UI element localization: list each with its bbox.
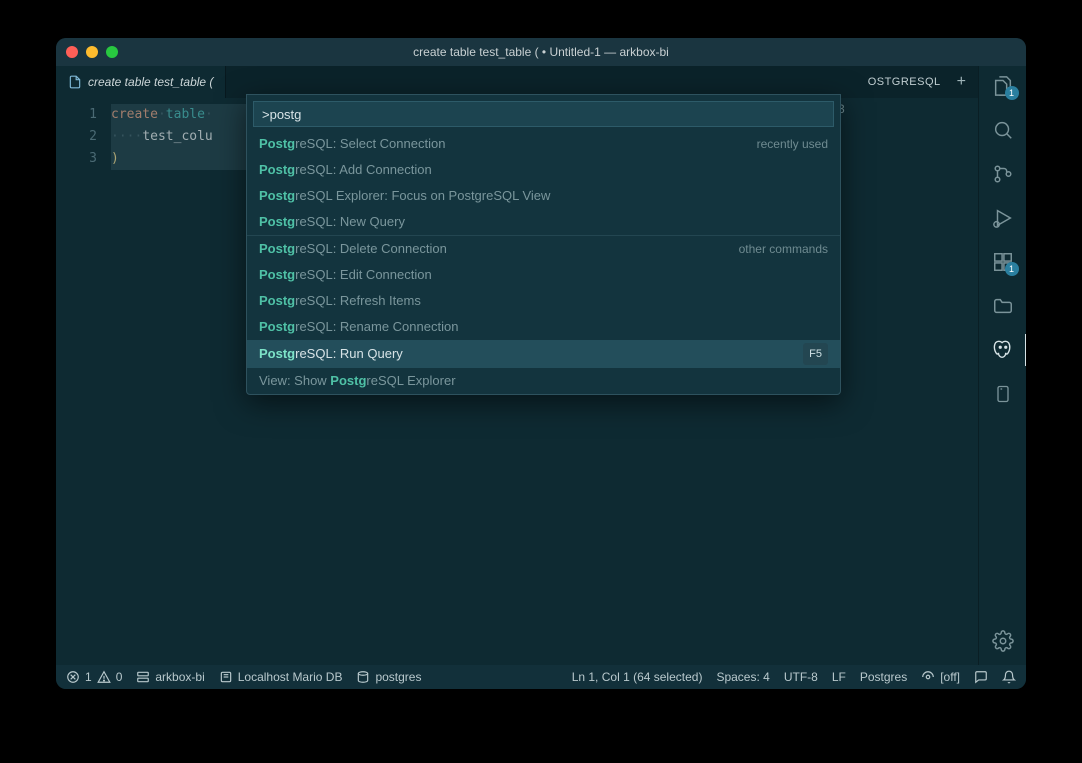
- titlebar: create table test_table ( • Untitled-1 —…: [56, 38, 1026, 66]
- status-connection[interactable]: Localhost Mario DB: [219, 670, 343, 684]
- warning-icon: [97, 670, 111, 684]
- bell-icon: [1002, 670, 1016, 684]
- feedback-icon: [974, 670, 988, 684]
- folder-icon[interactable]: [991, 294, 1015, 318]
- maximize-window-button[interactable]: [106, 46, 118, 58]
- line-number: 1: [56, 104, 97, 126]
- new-tab-button[interactable]: +: [957, 73, 966, 91]
- command-palette-item[interactable]: PostgreSQL: Run QueryF5: [247, 340, 840, 368]
- search-icon[interactable]: [991, 118, 1015, 142]
- code-content: create·table·····test_colu): [111, 98, 213, 665]
- app-window: create table test_table ( • Untitled-1 —…: [56, 38, 1026, 689]
- postgresql-icon[interactable]: [991, 338, 1015, 362]
- status-problems[interactable]: 1 0: [66, 670, 122, 684]
- explorer-icon[interactable]: 1: [991, 74, 1015, 98]
- status-encoding[interactable]: UTF-8: [784, 670, 818, 684]
- command-palette-item[interactable]: PostgreSQL: New Query: [247, 209, 840, 235]
- status-spaces[interactable]: Spaces: 4: [716, 670, 769, 684]
- error-icon: [66, 670, 80, 684]
- line-number: 3: [56, 148, 97, 170]
- tab-label: create table test_table (: [88, 75, 213, 89]
- status-cursor[interactable]: Ln 1, Col 1 (64 selected): [572, 670, 703, 684]
- status-bar: 1 0 arkbox-bi Localhost Mario DB postgre…: [56, 665, 1026, 689]
- command-palette-item[interactable]: PostgreSQL: Rename Connection: [247, 314, 840, 340]
- broadcast-icon: [921, 670, 935, 684]
- extensions-icon[interactable]: 1: [991, 250, 1015, 274]
- explorer-badge: 1: [1005, 86, 1019, 100]
- server-icon: [136, 670, 150, 684]
- status-database[interactable]: postgres: [356, 670, 421, 684]
- window-title: create table test_table ( • Untitled-1 —…: [413, 45, 669, 59]
- main-area: create table test_table ( OSTGRESQL + 1 …: [56, 66, 1026, 665]
- editor-tab-active[interactable]: create table test_table (: [56, 66, 226, 98]
- command-palette-input[interactable]: [253, 101, 834, 127]
- status-eol[interactable]: LF: [832, 670, 846, 684]
- file-icon: [68, 75, 82, 89]
- breadcrumb-lang: OSTGRESQL: [868, 76, 941, 88]
- status-feedback[interactable]: [974, 670, 988, 684]
- command-palette: PostgreSQL: Select Connectionrecently us…: [246, 94, 841, 395]
- command-palette-item[interactable]: PostgreSQL: Select Connectionrecently us…: [247, 131, 840, 157]
- command-palette-item[interactable]: View: Show PostgreSQL Explorer: [247, 368, 840, 394]
- device-icon[interactable]: [991, 382, 1015, 406]
- command-palette-item[interactable]: PostgreSQL Explorer: Focus on PostgreSQL…: [247, 183, 840, 209]
- close-window-button[interactable]: [66, 46, 78, 58]
- settings-gear-icon[interactable]: [991, 629, 1015, 653]
- status-bell[interactable]: [1002, 670, 1016, 684]
- window-controls: [66, 46, 118, 58]
- command-palette-item[interactable]: PostgreSQL: Delete Connectionother comma…: [247, 235, 840, 262]
- plug-icon: [219, 670, 233, 684]
- activity-bar: 1 1: [978, 66, 1026, 665]
- line-gutter: 1 2 3: [56, 98, 111, 665]
- command-palette-item[interactable]: PostgreSQL: Add Connection: [247, 157, 840, 183]
- database-icon: [356, 670, 370, 684]
- command-palette-list: PostgreSQL: Select Connectionrecently us…: [247, 131, 840, 394]
- status-language[interactable]: Postgres: [860, 670, 907, 684]
- line-number: 2: [56, 126, 97, 148]
- command-palette-item[interactable]: PostgreSQL: Refresh Items: [247, 288, 840, 314]
- minimize-window-button[interactable]: [86, 46, 98, 58]
- command-palette-item[interactable]: PostgreSQL: Edit Connection: [247, 262, 840, 288]
- status-server[interactable]: arkbox-bi: [136, 670, 204, 684]
- run-debug-icon[interactable]: [991, 206, 1015, 230]
- source-control-icon[interactable]: [991, 162, 1015, 186]
- extensions-badge: 1: [1005, 262, 1019, 276]
- tabs-bar-right: OSTGRESQL +: [856, 66, 978, 98]
- status-screencast[interactable]: [off]: [921, 670, 960, 684]
